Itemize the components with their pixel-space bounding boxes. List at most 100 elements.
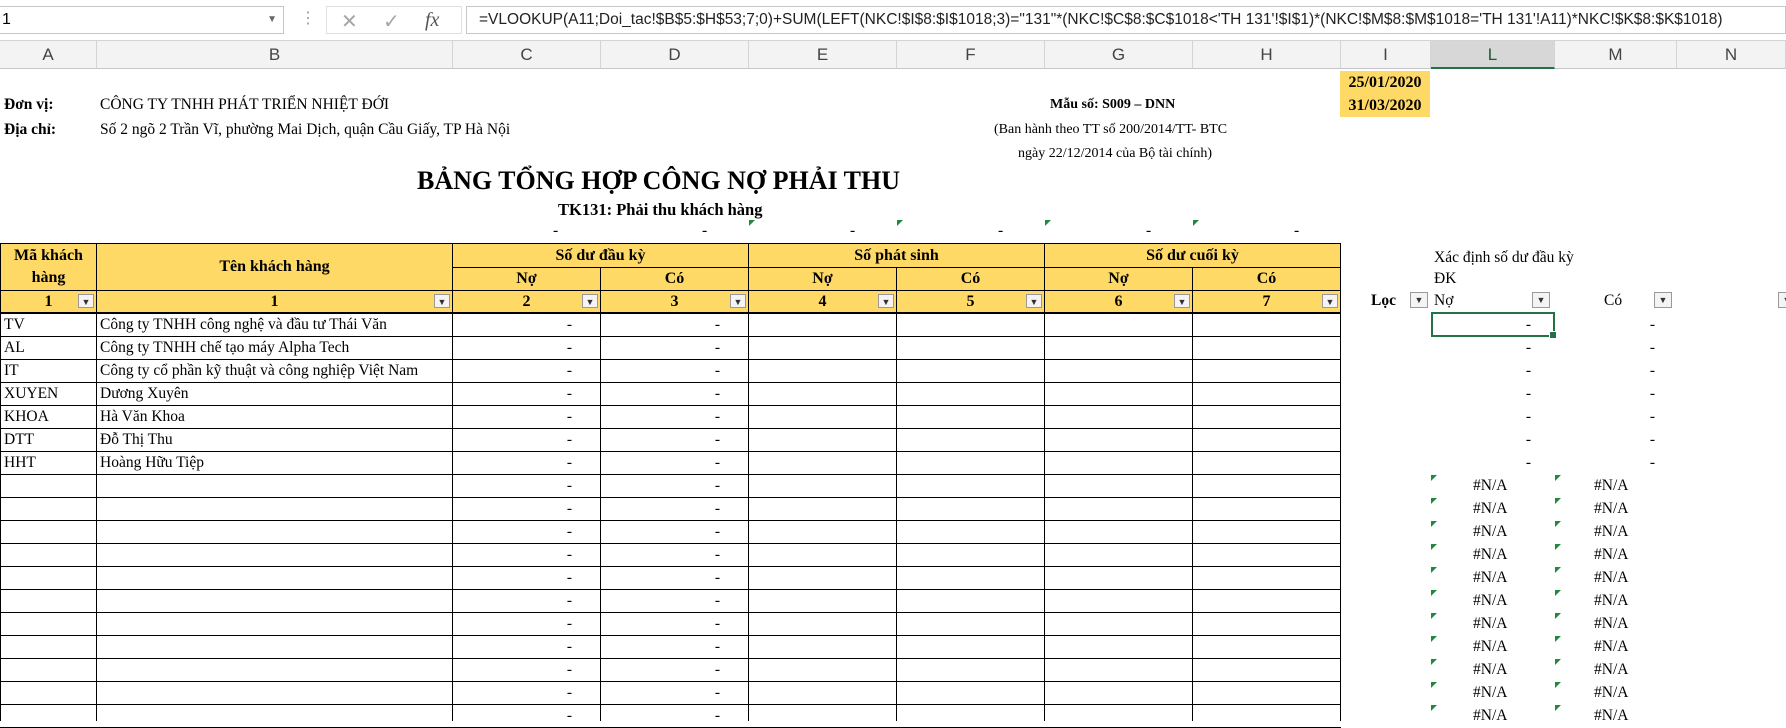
filter-dropdown[interactable]: ▼ xyxy=(1410,292,1428,308)
cell-opening-credit[interactable]: - xyxy=(600,520,720,543)
cell-side-debit[interactable]: - xyxy=(1431,405,1531,428)
cell-customer-name[interactable]: Dương Xuyên xyxy=(100,382,450,405)
column-header-g[interactable]: G xyxy=(1045,41,1193,69)
column-header-i[interactable]: I xyxy=(1341,41,1431,69)
cell-customer-code[interactable] xyxy=(4,658,94,681)
cell-customer-code[interactable]: KHOA xyxy=(4,405,94,428)
cell-side-credit[interactable]: - xyxy=(1555,313,1655,336)
cell-opening-credit[interactable]: - xyxy=(600,566,720,589)
cell-opening-debit[interactable]: - xyxy=(452,681,572,704)
cell-opening-credit[interactable]: - xyxy=(600,589,720,612)
filter-dropdown-icon[interactable]: ▼ xyxy=(730,294,746,308)
cell-customer-name[interactable] xyxy=(100,497,450,520)
cell-customer-name[interactable] xyxy=(100,612,450,635)
cell-side-credit[interactable]: #N/A xyxy=(1594,589,1654,612)
cell-side-debit[interactable]: - xyxy=(1431,336,1531,359)
n-filter-dropdown[interactable]: ▼ xyxy=(1778,292,1786,308)
column-header-c[interactable]: C xyxy=(453,41,601,69)
cell-customer-name[interactable]: Công ty TNHH chế tạo máy Alpha Tech xyxy=(100,336,450,359)
cell-side-debit[interactable]: #N/A xyxy=(1473,566,1533,589)
cell-side-debit[interactable]: #N/A xyxy=(1473,658,1533,681)
cell-opening-debit[interactable]: - xyxy=(452,382,572,405)
cell-side-debit[interactable]: #N/A xyxy=(1473,474,1533,497)
cell-opening-debit[interactable]: - xyxy=(452,612,572,635)
column-header-f[interactable]: F xyxy=(897,41,1045,69)
filter-dropdown-icon[interactable]: ▼ xyxy=(1322,294,1338,308)
cell-customer-name[interactable] xyxy=(100,520,450,543)
cell-customer-code[interactable]: DTT xyxy=(4,428,94,451)
cell-customer-name[interactable] xyxy=(100,635,450,658)
cell-customer-code[interactable]: AL xyxy=(4,336,94,359)
column-header-l[interactable]: L xyxy=(1431,41,1555,69)
cell-opening-credit[interactable]: - xyxy=(600,635,720,658)
filter-dropdown-icon[interactable]: ▼ xyxy=(434,294,450,308)
cell-customer-name[interactable] xyxy=(100,658,450,681)
cell-side-credit[interactable]: #N/A xyxy=(1594,566,1654,589)
column-header-h[interactable]: H xyxy=(1193,41,1341,69)
name-box-value[interactable]: 1 xyxy=(2,11,11,28)
cell-side-debit[interactable]: - xyxy=(1431,382,1531,405)
filter-dropdown-icon[interactable]: ▼ xyxy=(1174,294,1190,308)
filter-dropdown-icon[interactable]: ▼ xyxy=(582,294,598,308)
cell-opening-debit[interactable]: - xyxy=(452,589,572,612)
cell-customer-name[interactable]: Hoàng Hữu Tiệp xyxy=(100,451,450,474)
cell-customer-name[interactable] xyxy=(100,474,450,497)
cell-opening-debit[interactable]: - xyxy=(452,451,572,474)
filter-dropdown-icon[interactable]: ▼ xyxy=(1026,294,1042,308)
cell-customer-code[interactable]: TV xyxy=(4,313,94,336)
cell-opening-debit[interactable]: - xyxy=(452,359,572,382)
cell-opening-credit[interactable]: - xyxy=(600,336,720,359)
cell-side-credit[interactable]: #N/A xyxy=(1594,704,1654,727)
cell-side-debit[interactable]: #N/A xyxy=(1473,543,1533,566)
cell-opening-credit[interactable]: - xyxy=(600,497,720,520)
cell-opening-debit[interactable]: - xyxy=(452,520,572,543)
cell-customer-name[interactable] xyxy=(100,543,450,566)
cell-customer-name[interactable]: Công ty cổ phần kỹ thuật và công nghiệp … xyxy=(100,359,450,382)
cell-customer-code[interactable] xyxy=(4,704,94,727)
cell-opening-debit[interactable]: - xyxy=(452,313,572,336)
cell-opening-debit[interactable]: - xyxy=(452,566,572,589)
cell-side-credit[interactable]: - xyxy=(1555,451,1655,474)
cell-customer-name[interactable] xyxy=(100,566,450,589)
column-header-d[interactable]: D xyxy=(601,41,749,69)
cell-opening-debit[interactable]: - xyxy=(452,497,572,520)
cell-customer-code[interactable] xyxy=(4,635,94,658)
cell-opening-debit[interactable]: - xyxy=(452,635,572,658)
cell-side-debit[interactable]: #N/A xyxy=(1473,681,1533,704)
cell-opening-credit[interactable]: - xyxy=(600,451,720,474)
insert-function-icon[interactable]: fx xyxy=(425,9,439,32)
cell-customer-code[interactable] xyxy=(4,566,94,589)
cell-opening-debit[interactable]: - xyxy=(452,704,572,727)
cell-customer-code[interactable] xyxy=(4,589,94,612)
cell-opening-credit[interactable]: - xyxy=(600,543,720,566)
column-header-b[interactable]: B xyxy=(97,41,453,69)
date-to[interactable]: 31/03/2020 xyxy=(1340,94,1430,117)
cell-opening-debit[interactable]: - xyxy=(452,474,572,497)
cell-customer-code[interactable] xyxy=(4,474,94,497)
cell-opening-credit[interactable]: - xyxy=(600,428,720,451)
formula-input[interactable]: =VLOOKUP(A11;Doi_tac!$B$5:$H$53;7;0)+SUM… xyxy=(466,6,1786,34)
filter-dropdown-icon[interactable]: ▼ xyxy=(878,294,894,308)
chevron-down-icon[interactable]: ▼ xyxy=(267,7,277,33)
cell-side-credit[interactable]: #N/A xyxy=(1594,543,1654,566)
column-header-m[interactable]: M xyxy=(1555,41,1677,69)
cell-opening-debit[interactable]: - xyxy=(452,543,572,566)
cell-side-credit[interactable]: - xyxy=(1555,405,1655,428)
column-header-a[interactable]: A xyxy=(0,41,97,69)
cell-side-debit[interactable]: #N/A xyxy=(1473,704,1533,727)
date-from[interactable]: 25/01/2020 xyxy=(1340,71,1430,94)
cell-customer-code[interactable]: XUYEN xyxy=(4,382,94,405)
cell-customer-name[interactable] xyxy=(100,681,450,704)
cell-opening-credit[interactable]: - xyxy=(600,359,720,382)
cell-opening-credit[interactable]: - xyxy=(600,681,720,704)
cell-side-debit[interactable]: #N/A xyxy=(1473,497,1533,520)
cell-side-debit[interactable]: #N/A xyxy=(1473,635,1533,658)
cancel-icon[interactable]: ✕ xyxy=(341,9,358,34)
cell-side-credit[interactable]: - xyxy=(1555,359,1655,382)
cell-opening-credit[interactable]: - xyxy=(600,382,720,405)
cell-customer-name[interactable] xyxy=(100,704,450,727)
cell-side-credit[interactable]: #N/A xyxy=(1594,635,1654,658)
cell-side-debit[interactable]: - xyxy=(1431,359,1531,382)
cell-customer-code[interactable] xyxy=(4,543,94,566)
cell-side-credit[interactable]: - xyxy=(1555,428,1655,451)
